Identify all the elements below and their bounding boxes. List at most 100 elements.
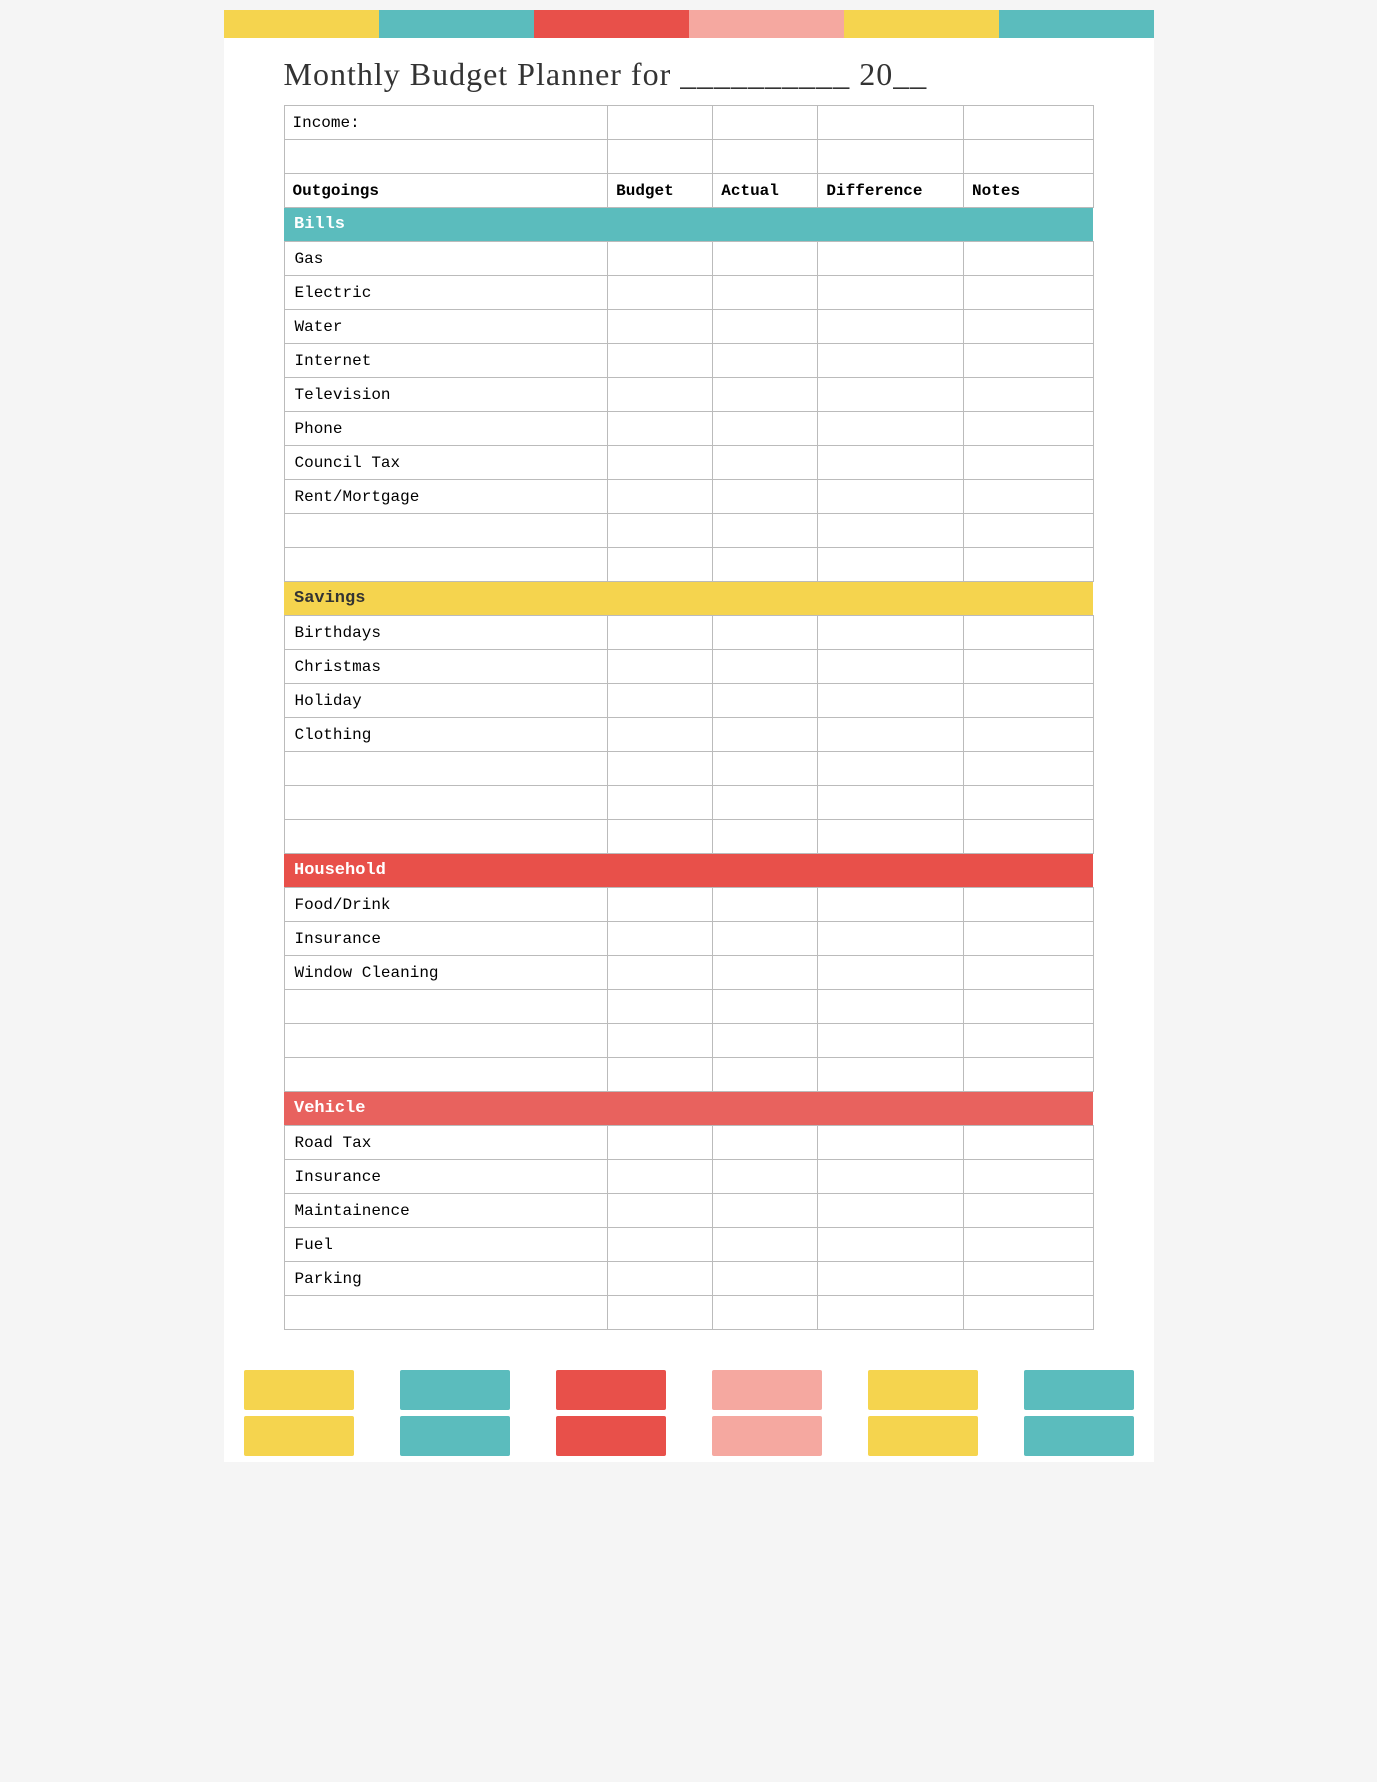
table-row: Birthdays: [284, 616, 1093, 650]
row-parking: Parking: [284, 1262, 608, 1296]
row-water: Water: [284, 310, 608, 344]
income-row: Income:: [284, 106, 1093, 140]
row-window-cleaning: Window Cleaning: [284, 956, 608, 990]
row-food-drink: Food/Drink: [284, 888, 608, 922]
table-row: Gas: [284, 242, 1093, 276]
table-row: Council Tax: [284, 446, 1093, 480]
title-area: Monthly Budget Planner for __________ 20…: [224, 38, 1154, 105]
household-label: Household: [284, 854, 1093, 888]
row-road-tax: Road Tax: [284, 1126, 608, 1160]
bottom-strip-row-1: [224, 1370, 1154, 1410]
header-notes: Notes: [964, 174, 1093, 208]
row-gas: Gas: [284, 242, 608, 276]
page: Monthly Budget Planner for __________ 20…: [224, 10, 1154, 1462]
table-row: Insurance: [284, 1160, 1093, 1194]
income-notes[interactable]: [964, 106, 1093, 140]
blank-row-1: [284, 140, 1093, 174]
table-row: Electric: [284, 276, 1093, 310]
table-row: Rent/Mortgage: [284, 480, 1093, 514]
bills-label: Bills: [284, 208, 1093, 242]
strip-yellow-3: [844, 10, 922, 38]
blank-row-savings-1: [284, 752, 1093, 786]
strip-yellow-4: [921, 10, 999, 38]
row-maintenance: Maintainence: [284, 1194, 608, 1228]
blank-row-savings-3: [284, 820, 1093, 854]
bottom-yellow-2: [868, 1370, 978, 1410]
strip-teal-1: [379, 10, 457, 38]
table-row: Christmas: [284, 650, 1093, 684]
income-label: Income:: [284, 106, 608, 140]
category-bills: Bills: [284, 208, 1093, 242]
row-insurance-household: Insurance: [284, 922, 608, 956]
top-color-strip: [224, 10, 1154, 38]
category-savings: Savings: [284, 582, 1093, 616]
income-budget[interactable]: [608, 106, 713, 140]
row-fuel: Fuel: [284, 1228, 608, 1262]
row-christmas: Christmas: [284, 650, 608, 684]
table-row: Fuel: [284, 1228, 1093, 1262]
strip-pink-1: [689, 10, 767, 38]
table-row: Internet: [284, 344, 1093, 378]
bottom-red-2: [556, 1416, 666, 1456]
strip-teal-3: [999, 10, 1077, 38]
strip-pink-2: [766, 10, 844, 38]
blank-row-household-3: [284, 1058, 1093, 1092]
table-row: Clothing: [284, 718, 1093, 752]
category-household: Household: [284, 854, 1093, 888]
bottom-strip-row-2: [224, 1416, 1154, 1456]
row-insurance-vehicle: Insurance: [284, 1160, 608, 1194]
income-diff[interactable]: [818, 106, 964, 140]
blank-row-bills-2: [284, 548, 1093, 582]
bottom-red-1: [556, 1370, 666, 1410]
bottom-color-strips: [224, 1370, 1154, 1456]
row-holiday: Holiday: [284, 684, 608, 718]
blank-row-savings-2: [284, 786, 1093, 820]
bottom-pink-2: [712, 1416, 822, 1456]
row-clothing: Clothing: [284, 718, 608, 752]
table-row: Television: [284, 378, 1093, 412]
bottom-yellow-4: [868, 1416, 978, 1456]
table-row: Insurance: [284, 922, 1093, 956]
table-row: Maintainence: [284, 1194, 1093, 1228]
income-actual[interactable]: [713, 106, 818, 140]
blank-row-household-1: [284, 990, 1093, 1024]
table-wrapper: Income: Outgoings Budget Actual Differen…: [224, 105, 1154, 1350]
vehicle-label: Vehicle: [284, 1092, 1093, 1126]
budget-table: Income: Outgoings Budget Actual Differen…: [284, 105, 1094, 1330]
header-actual: Actual: [713, 174, 818, 208]
bottom-teal-1: [400, 1370, 510, 1410]
blank-row-household-2: [284, 1024, 1093, 1058]
table-row: Holiday: [284, 684, 1093, 718]
row-rent: Rent/Mortgage: [284, 480, 608, 514]
table-row: Water: [284, 310, 1093, 344]
strip-teal-2: [456, 10, 534, 38]
header-difference: Difference: [818, 174, 964, 208]
bottom-pink-1: [712, 1370, 822, 1410]
savings-label: Savings: [284, 582, 1093, 616]
row-council-tax: Council Tax: [284, 446, 608, 480]
strip-yellow-2: [301, 10, 379, 38]
row-internet: Internet: [284, 344, 608, 378]
strip-red-1: [534, 10, 612, 38]
bottom-yellow-1: [244, 1370, 354, 1410]
page-title: Monthly Budget Planner for __________ 20…: [284, 56, 928, 92]
row-electric: Electric: [284, 276, 608, 310]
row-television: Television: [284, 378, 608, 412]
header-budget: Budget: [608, 174, 713, 208]
row-phone: Phone: [284, 412, 608, 446]
header-outgoings: Outgoings: [284, 174, 608, 208]
bottom-yellow-3: [244, 1416, 354, 1456]
column-headers: Outgoings Budget Actual Difference Notes: [284, 174, 1093, 208]
table-row: Phone: [284, 412, 1093, 446]
table-row: Parking: [284, 1262, 1093, 1296]
table-row: Food/Drink: [284, 888, 1093, 922]
strip-yellow-1: [224, 10, 302, 38]
bottom-teal-4: [1024, 1416, 1134, 1456]
strip-red-2: [611, 10, 689, 38]
bottom-teal-3: [400, 1416, 510, 1456]
bottom-teal-2: [1024, 1370, 1134, 1410]
blank-row-vehicle-1: [284, 1296, 1093, 1330]
row-birthdays: Birthdays: [284, 616, 608, 650]
blank-row-bills-1: [284, 514, 1093, 548]
strip-teal-4: [1076, 10, 1154, 38]
